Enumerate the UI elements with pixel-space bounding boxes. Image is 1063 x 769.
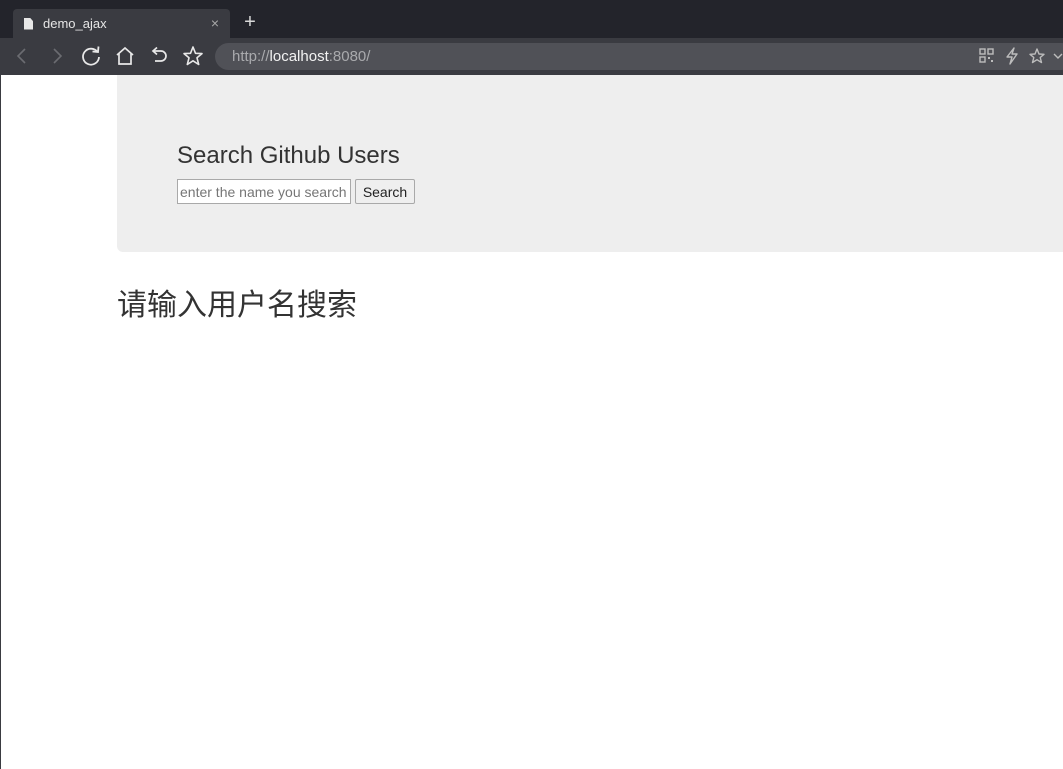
reload-icon xyxy=(82,46,100,66)
browser-window: demo_ajax × + http://localhost:8080/ Sea… xyxy=(0,0,1063,769)
favorites-star-icon xyxy=(1029,48,1045,64)
url-text: http://localhost:8080/ xyxy=(232,48,371,65)
tab-demo-ajax[interactable]: demo_ajax × xyxy=(13,9,230,38)
bookmark-button[interactable] xyxy=(181,44,205,68)
home-button[interactable] xyxy=(113,44,137,68)
back-button[interactable] xyxy=(10,44,34,68)
undo-close-button[interactable] xyxy=(147,44,171,68)
address-bar[interactable]: http://localhost:8080/ xyxy=(215,43,1063,70)
navigation-toolbar: http://localhost:8080/ xyxy=(0,38,1063,75)
tab-strip: demo_ajax × + xyxy=(0,0,1063,38)
bookmark-star-icon xyxy=(183,46,203,66)
status-message: 请输入用户名搜索 xyxy=(117,288,357,323)
qr-code-icon xyxy=(979,48,994,63)
close-tab-icon[interactable]: × xyxy=(208,14,222,32)
page-viewport: Search Github Users Search 请输入用户名搜索 xyxy=(0,75,1063,769)
new-tab-button[interactable]: + xyxy=(241,12,259,32)
tab-title: demo_ajax xyxy=(43,16,107,31)
qr-code-button[interactable] xyxy=(978,44,998,68)
more-menu-button[interactable] xyxy=(1052,44,1063,68)
document-icon xyxy=(24,17,33,30)
reload-button[interactable] xyxy=(79,44,103,68)
lightning-button[interactable] xyxy=(1004,44,1022,68)
home-icon xyxy=(116,46,134,65)
lightning-icon xyxy=(1006,47,1018,65)
chevron-down-icon xyxy=(1053,53,1063,59)
search-input[interactable] xyxy=(177,179,351,204)
back-icon xyxy=(16,48,26,64)
search-button[interactable]: Search xyxy=(355,179,415,204)
favorites-button[interactable] xyxy=(1028,44,1048,68)
search-jumbotron: Search Github Users Search xyxy=(117,75,1063,252)
undo-icon xyxy=(151,46,167,62)
forward-button[interactable] xyxy=(45,44,69,68)
forward-icon xyxy=(53,48,63,64)
search-title: Search Github Users xyxy=(177,142,400,169)
